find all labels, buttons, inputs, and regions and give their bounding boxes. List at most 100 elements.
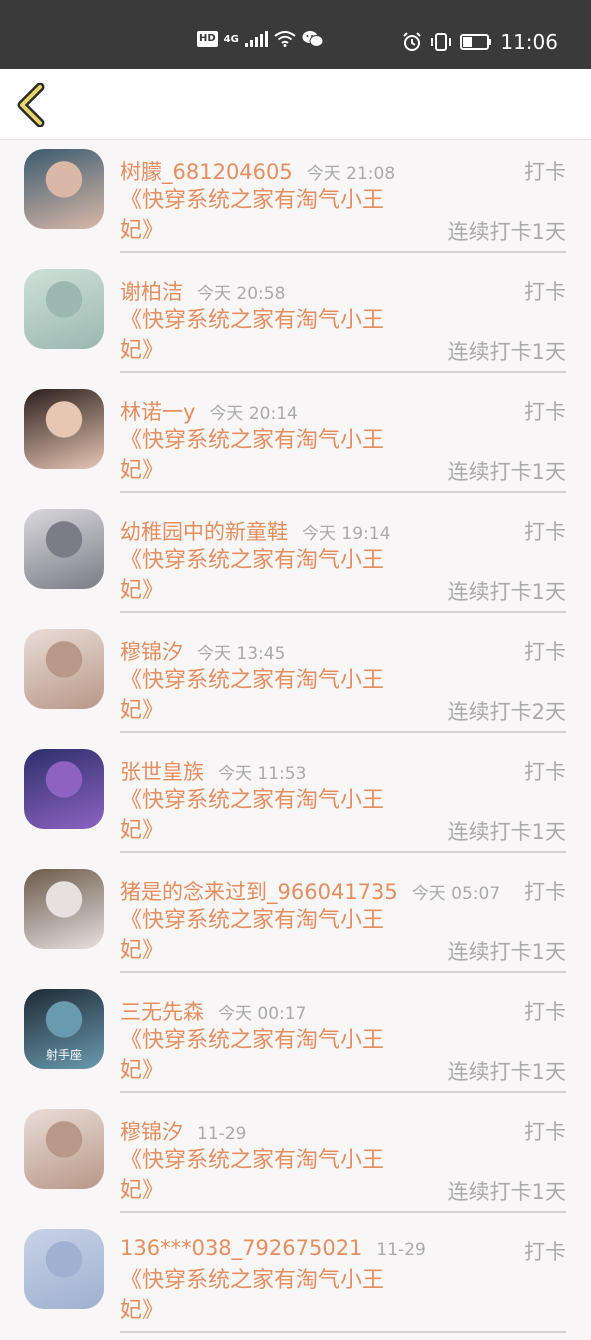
checkin-list-item[interactable]: 射手座 三无先森 今天 00:17 打卡 《快穿系统之家有淘气小王妃》 连续打卡1… bbox=[0, 980, 591, 1100]
vibrate-icon bbox=[431, 33, 452, 51]
divider bbox=[120, 1091, 566, 1093]
checkin-action-label: 打卡 bbox=[524, 760, 566, 784]
divider bbox=[120, 731, 566, 733]
streak-label: 连续打卡1天 bbox=[447, 340, 566, 364]
status-bar: HD 4G 11:06 bbox=[0, 0, 591, 69]
book-title-link[interactable]: 《快穿系统之家有淘气小王妃》 bbox=[120, 906, 410, 966]
checkin-list-item[interactable]: 猪是的念来过到_966041735 今天 05:07 打卡 《快穿系统之家有淘气小… bbox=[0, 860, 591, 980]
avatar[interactable] bbox=[24, 509, 104, 589]
book-title-link[interactable]: 《快穿系统之家有淘气小王妃》 bbox=[120, 786, 410, 846]
checkin-list-item[interactable]: 谢柏洁 今天 20:58 打卡 《快穿系统之家有淘气小王妃》 连续打卡1天 bbox=[0, 260, 591, 380]
book-title-link[interactable]: 《快穿系统之家有淘气小王妃》 bbox=[120, 666, 410, 726]
avatar[interactable] bbox=[24, 1229, 104, 1309]
clock-time: 11:06 bbox=[500, 30, 558, 54]
checkin-action-label: 打卡 bbox=[524, 160, 566, 184]
avatar-label: 射手座 bbox=[45, 1048, 82, 1062]
alarm-icon bbox=[403, 32, 422, 51]
divider bbox=[120, 851, 566, 853]
user-name[interactable]: 林诺一y bbox=[120, 400, 195, 424]
user-name[interactable]: 幼稚园中的新童鞋 bbox=[120, 520, 288, 544]
wechat-icon bbox=[302, 31, 324, 47]
book-title-link[interactable]: 《快穿系统之家有淘气小王妃》 bbox=[120, 1266, 410, 1326]
avatar[interactable] bbox=[24, 389, 104, 469]
book-title-link[interactable]: 《快穿系统之家有淘气小王妃》 bbox=[120, 306, 410, 366]
back-button[interactable] bbox=[14, 82, 54, 128]
streak-label: 连续打卡1天 bbox=[447, 1060, 566, 1084]
checkin-action-label: 打卡 bbox=[524, 400, 566, 424]
book-title-link[interactable]: 《快穿系统之家有淘气小王妃》 bbox=[120, 1026, 410, 1086]
avatar[interactable] bbox=[24, 1109, 104, 1189]
checkin-action-label: 打卡 bbox=[524, 640, 566, 664]
checkin-time: 今天 20:14 bbox=[209, 404, 298, 424]
checkin-time: 今天 19:14 bbox=[302, 524, 391, 544]
user-name-line: 猪是的念来过到_966041735 今天 05:07 bbox=[120, 876, 500, 906]
avatar[interactable] bbox=[24, 149, 104, 229]
user-name[interactable]: 穆锦汐 bbox=[120, 640, 183, 664]
book-title-link[interactable]: 《快穿系统之家有淘气小王妃》 bbox=[120, 426, 410, 486]
user-name-line: 三无先森 今天 00:17 bbox=[120, 996, 306, 1026]
battery-icon bbox=[460, 34, 492, 50]
checkin-action-label: 打卡 bbox=[524, 520, 566, 544]
user-name-line: 穆锦汐 今天 13:45 bbox=[120, 636, 285, 666]
user-name[interactable]: 三无先森 bbox=[120, 1000, 204, 1024]
checkin-list-item[interactable]: 幼稚园中的新童鞋 今天 19:14 打卡 《快穿系统之家有淘气小王妃》 连续打卡1… bbox=[0, 500, 591, 620]
streak-label: 连续打卡1天 bbox=[447, 460, 566, 484]
divider bbox=[120, 371, 566, 373]
checkin-list-item[interactable]: 张世皇族 今天 11:53 打卡 《快穿系统之家有淘气小王妃》 连续打卡1天 bbox=[0, 740, 591, 860]
user-name[interactable]: 136***038_792675021 bbox=[120, 1236, 362, 1260]
avatar[interactable] bbox=[24, 269, 104, 349]
user-name-line: 林诺一y 今天 20:14 bbox=[120, 396, 298, 426]
user-name-line: 穆锦汐 11-29 bbox=[120, 1116, 246, 1146]
avatar[interactable] bbox=[24, 869, 104, 949]
user-name-line: 树朦_681204605 今天 21:08 bbox=[120, 156, 395, 186]
book-title-link[interactable]: 《快穿系统之家有淘气小王妃》 bbox=[120, 546, 410, 606]
checkin-time: 今天 21:08 bbox=[306, 164, 396, 184]
checkin-action-label: 打卡 bbox=[524, 280, 566, 304]
checkin-action-label: 打卡 bbox=[524, 880, 566, 904]
user-name[interactable]: 树朦_681204605 bbox=[120, 160, 293, 184]
checkin-list-item[interactable]: 树朦_681204605 今天 21:08 打卡 《快穿系统之家有淘气小王妃》 连… bbox=[0, 140, 591, 260]
top-nav-bar bbox=[0, 69, 591, 140]
streak-label: 连续打卡1天 bbox=[447, 940, 566, 964]
book-title-link[interactable]: 《快穿系统之家有淘气小王妃》 bbox=[120, 186, 410, 246]
checkin-list-item[interactable]: 穆锦汐 今天 13:45 打卡 《快穿系统之家有淘气小王妃》 连续打卡2天 bbox=[0, 620, 591, 740]
divider bbox=[120, 251, 566, 253]
network-type: 4G bbox=[223, 33, 239, 45]
divider bbox=[120, 1211, 566, 1213]
checkin-time: 今天 05:07 bbox=[411, 884, 501, 904]
user-name[interactable]: 穆锦汐 bbox=[120, 1120, 183, 1144]
divider bbox=[120, 971, 566, 973]
checkin-time: 11-29 bbox=[376, 1240, 426, 1260]
user-name[interactable]: 张世皇族 bbox=[120, 760, 204, 784]
checkin-time: 今天 13:45 bbox=[197, 644, 286, 664]
user-name-line: 136***038_792675021 11-29 bbox=[120, 1236, 426, 1260]
streak-label: 连续打卡1天 bbox=[447, 580, 566, 604]
avatar[interactable] bbox=[24, 629, 104, 709]
divider bbox=[120, 611, 566, 613]
checkin-time: 今天 00:17 bbox=[218, 1004, 307, 1024]
checkin-list: 树朦_681204605 今天 21:08 打卡 《快穿系统之家有淘气小王妃》 连… bbox=[0, 140, 591, 1340]
user-name[interactable]: 谢柏洁 bbox=[120, 280, 183, 304]
checkin-list-item[interactable]: 136***038_792675021 11-29 打卡 《快穿系统之家有淘气小王… bbox=[0, 1220, 591, 1340]
avatar[interactable]: 射手座 bbox=[24, 989, 104, 1069]
checkin-list-item[interactable]: 林诺一y 今天 20:14 打卡 《快穿系统之家有淘气小王妃》 连续打卡1天 bbox=[0, 380, 591, 500]
checkin-action-label: 打卡 bbox=[524, 1000, 566, 1024]
streak-label: 连续打卡1天 bbox=[447, 220, 566, 244]
checkin-action-label: 打卡 bbox=[524, 1120, 566, 1144]
wifi-icon bbox=[274, 31, 296, 47]
avatar[interactable] bbox=[24, 749, 104, 829]
divider bbox=[120, 491, 566, 493]
book-title-link[interactable]: 《快穿系统之家有淘气小王妃》 bbox=[120, 1146, 410, 1206]
user-name-line: 张世皇族 今天 11:53 bbox=[120, 756, 306, 786]
user-name[interactable]: 猪是的念来过到_966041735 bbox=[120, 880, 398, 904]
divider bbox=[120, 1331, 566, 1333]
checkin-list-item[interactable]: 穆锦汐 11-29 打卡 《快穿系统之家有淘气小王妃》 连续打卡1天 bbox=[0, 1100, 591, 1220]
user-name-line: 幼稚园中的新童鞋 今天 19:14 bbox=[120, 516, 390, 546]
chevron-left-icon bbox=[17, 82, 45, 128]
streak-label: 连续打卡2天 bbox=[447, 700, 566, 724]
checkin-time: 今天 20:58 bbox=[197, 284, 286, 304]
streak-label: 连续打卡1天 bbox=[447, 1180, 566, 1204]
checkin-time: 今天 11:53 bbox=[218, 764, 307, 784]
user-name-line: 谢柏洁 今天 20:58 bbox=[120, 276, 285, 306]
checkin-time: 11-29 bbox=[197, 1124, 247, 1144]
